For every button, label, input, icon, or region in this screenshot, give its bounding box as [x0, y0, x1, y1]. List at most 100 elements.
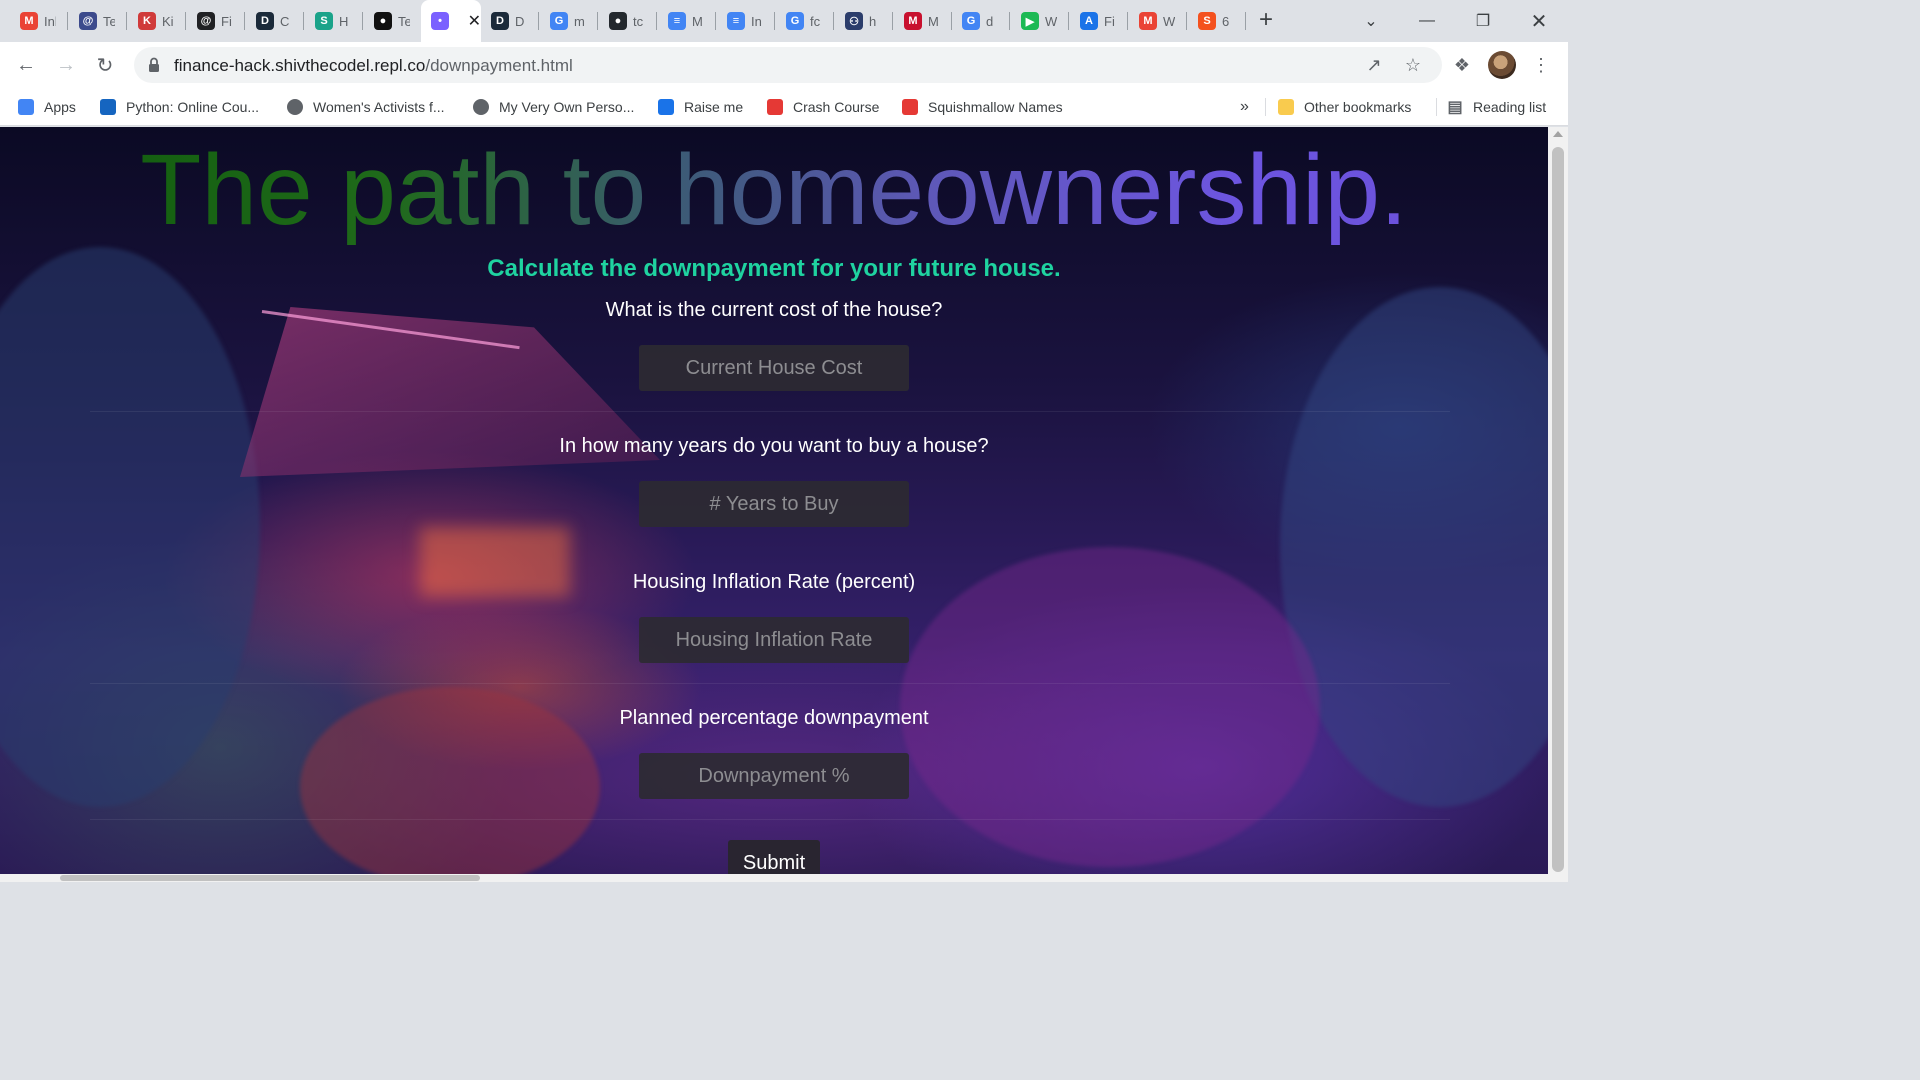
share-icon[interactable]: ↗ [1362, 53, 1386, 77]
restore-button[interactable]: ❐ [1455, 0, 1511, 42]
tab-title: m [574, 13, 585, 29]
google-icon: G [786, 12, 804, 30]
tab-title: In [751, 13, 762, 29]
browser-tab[interactable]: ⚇ h [835, 0, 893, 42]
vertical-scrollbar[interactable] [1548, 127, 1568, 882]
tab-separator [774, 12, 775, 30]
browser-tab[interactable]: K Ki [128, 0, 186, 42]
inflation-rate-input[interactable] [639, 617, 909, 663]
apps-grid-icon [18, 99, 34, 115]
reading-list-button[interactable]: ▤ Reading list [1447, 94, 1546, 120]
bookmark-item[interactable]: Women's Activists f... [287, 94, 445, 120]
bookmark-item[interactable]: Crash Course [767, 94, 879, 120]
tab-title: Fi [221, 13, 232, 29]
tab-title: fc [810, 13, 821, 29]
downpayment-percent-label: Planned percentage downpayment [619, 707, 929, 729]
browser-tab[interactable]: • ✕ [421, 0, 481, 42]
tab-title: tc [633, 13, 644, 29]
browser-tab[interactable]: DD [481, 0, 539, 42]
browser-tab[interactable]: Gm [540, 0, 598, 42]
scroll-up-arrow-icon[interactable] [1553, 131, 1563, 137]
play-icon: ▶ [1021, 12, 1039, 30]
reload-button[interactable]: ↻ [89, 49, 121, 81]
tab-search-chevron-icon[interactable]: ⌄ [1343, 0, 1399, 42]
tab-title: h [869, 13, 877, 29]
browser-tab[interactable]: Gd [952, 0, 1010, 42]
browser-tab[interactable]: DC [246, 0, 304, 42]
browser-tab[interactable]: ≡ M [658, 0, 716, 42]
m-icon: M [904, 12, 922, 30]
scroll-thumb[interactable] [1552, 147, 1564, 872]
browser-tab[interactable]: ▶ W [1011, 0, 1069, 42]
bookmark-item[interactable]: Squishmallow Names [902, 94, 1063, 120]
browser-tab[interactable]: ≡ In [717, 0, 775, 42]
bookmark-label: My Very Own Perso... [499, 99, 635, 115]
close-tab-icon[interactable]: ✕ [468, 11, 481, 31]
browser-tab[interactable]: MW [1129, 0, 1187, 42]
bookmark-item[interactable]: Apps [18, 94, 76, 120]
tab-title: Te [103, 13, 115, 29]
horizontal-scrollbar[interactable] [0, 874, 1548, 882]
extensions-puzzle-icon[interactable]: ❖ [1448, 51, 1476, 79]
years-to-buy-input[interactable] [639, 481, 909, 527]
gmail-icon: M [20, 12, 38, 30]
close-window-button[interactable]: ✕ [1511, 0, 1567, 42]
minimize-button[interactable]: — [1399, 0, 1455, 42]
tab-separator [538, 12, 539, 30]
tab-separator [244, 12, 245, 30]
tab-separator [67, 12, 68, 30]
url-path: /downpayment.html [425, 56, 573, 75]
tab-separator [833, 12, 834, 30]
address-bar[interactable]: finance-hack.shivthecodel.repl.co/downpa… [134, 47, 1442, 83]
other-bookmarks-folder[interactable]: Other bookmarks [1278, 94, 1411, 120]
dot-icon: ● [374, 12, 392, 30]
bookmark-label: Women's Activists f... [313, 99, 445, 115]
tab-separator [1127, 12, 1128, 30]
bookmark-label: Apps [44, 99, 76, 115]
browser-tab[interactable]: MM [894, 0, 952, 42]
bookmark-label: Python: Online Cou... [126, 99, 260, 115]
browser-tab[interactable]: A Fi [1070, 0, 1128, 42]
browser-tab[interactable]: ● Te [364, 0, 422, 42]
tab-separator [597, 12, 598, 30]
tab-separator [126, 12, 127, 30]
downpayment-percent-input[interactable] [639, 753, 909, 799]
browser-tab[interactable]: @ Te [69, 0, 127, 42]
house-cost-input[interactable] [639, 345, 909, 391]
tab-strip: MInbox@TeKKi@FiDCSH●Te•✕DDGm●tc≡M≡InGfc⚇… [0, 0, 1568, 42]
browser-tab[interactable]: M Inbox [10, 0, 68, 42]
url-host: finance-hack.shivthecodel.repl.co [174, 56, 426, 75]
video-icon [100, 99, 116, 115]
profile-avatar[interactable] [1488, 51, 1516, 79]
back-button[interactable]: ← [10, 49, 42, 81]
raise-icon [658, 99, 674, 115]
lock-icon [149, 57, 159, 72]
new-tab-button[interactable]: + [1252, 7, 1280, 35]
bookmark-label: Crash Course [793, 99, 880, 115]
bookmarks-overflow-button[interactable]: » [1240, 94, 1249, 120]
bookmark-item[interactable]: Raise me [658, 94, 743, 120]
browser-tab[interactable]: SH [305, 0, 363, 42]
tab-separator [185, 12, 186, 30]
reading-list-label: Reading list [1473, 99, 1547, 115]
a-icon: A [1080, 12, 1098, 30]
browser-tab[interactable]: @ Fi [187, 0, 245, 42]
tab-title: M [692, 13, 703, 29]
inflation-rate-label: Housing Inflation Rate (percent) [632, 571, 916, 593]
bookmark-item[interactable]: My Very Own Perso... [473, 94, 634, 120]
horizontal-scroll-thumb[interactable] [60, 875, 480, 881]
menu-kebab-icon[interactable]: ⋮ [1527, 51, 1555, 79]
tab-separator [303, 12, 304, 30]
bookmark-star-icon[interactable]: ☆ [1401, 53, 1425, 77]
shield-icon: S [315, 12, 333, 30]
calculator-form: The path to homeownership. Calculate the… [0, 127, 1548, 882]
bookmark-item[interactable]: Python: Online Cou... [100, 94, 259, 120]
kahoot-icon: K [138, 12, 156, 30]
browser-tab[interactable]: ● tc [599, 0, 657, 42]
forward-button[interactable]: → [50, 49, 82, 81]
globe-icon [473, 99, 489, 115]
browser-toolbar: ← → ↻ finance-hack.shivthecodel.repl.co/… [0, 42, 1568, 88]
bookmarks-divider [1436, 98, 1437, 116]
browser-tab[interactable]: Gfc [776, 0, 834, 42]
browser-tab[interactable]: S6 [1188, 0, 1246, 42]
